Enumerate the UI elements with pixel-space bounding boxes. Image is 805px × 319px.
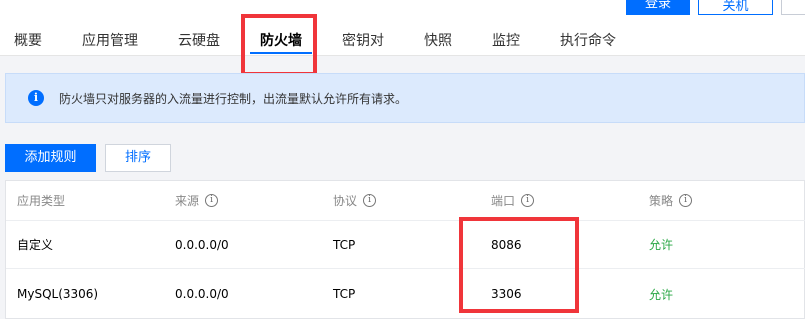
column-header-policy: 策略 i [649, 181, 693, 220]
firewall-rules-table: 应用类型 来源 i 协议 i 端口 i 策略 i 自定义 0.0.0.0/0 TCP 8… [5, 180, 805, 319]
cell-source: 0.0.0.0/0 [175, 237, 229, 252]
column-header-port: 端口 i [491, 181, 535, 220]
cell-source: 0.0.0.0/0 [175, 287, 229, 301]
cell-protocol: TCP [333, 287, 356, 301]
highlight-box-firewall-tab [241, 14, 317, 76]
tab-overview[interactable]: 概要 [14, 30, 42, 50]
sort-button[interactable]: 排序 [105, 144, 171, 172]
tab-run-command[interactable]: 执行命令 [560, 30, 616, 50]
tab-app-management[interactable]: 应用管理 [82, 30, 138, 50]
top-actions: 登录 关机 [626, 0, 805, 15]
help-icon[interactable]: i [205, 194, 219, 207]
table-row: MySQL(3306) 0.0.0.0/0 TCP 3306 允许 [6, 269, 805, 319]
help-icon[interactable]: i [521, 194, 535, 207]
tab-monitor[interactable]: 监控 [492, 30, 520, 50]
tab-key-pair[interactable]: 密钥对 [342, 30, 384, 50]
more-button[interactable] [781, 0, 805, 15]
info-icon: i [28, 90, 44, 106]
shutdown-button[interactable]: 关机 [698, 0, 773, 15]
tab-snapshot[interactable]: 快照 [424, 30, 452, 50]
help-icon[interactable]: i [679, 194, 693, 207]
column-header-app-type: 应用类型 [17, 194, 66, 208]
login-button[interactable]: 登录 [626, 0, 690, 15]
cell-protocol: TCP [333, 237, 356, 252]
add-rule-button[interactable]: 添加规则 [5, 144, 96, 172]
highlight-box-port-column [459, 217, 579, 313]
help-icon[interactable]: i [363, 194, 377, 207]
notice-text: 防火墙只对服务器的入流量进行控制，出流量默认允许所有请求。 [59, 91, 408, 106]
cell-policy: 允许 [649, 238, 674, 252]
top-header: 登录 关机 概要 应用管理 云硬盘 防火墙 密钥对 快照 监控 执行命令 [0, 0, 805, 56]
table-header-row: 应用类型 来源 i 协议 i 端口 i 策略 i [6, 181, 805, 221]
table-row: 自定义 0.0.0.0/0 TCP 8086 允许 [6, 221, 805, 269]
cell-policy: 允许 [649, 287, 674, 302]
cell-app-type: 自定义 [17, 238, 54, 252]
column-header-source: 来源 i [175, 181, 219, 220]
info-notice: i 防火墙只对服务器的入流量进行控制，出流量默认允许所有请求。 [5, 73, 805, 123]
tab-bar: 概要 应用管理 云硬盘 防火墙 密钥对 快照 监控 执行命令 [14, 30, 656, 54]
cell-app-type: MySQL(3306) [17, 287, 99, 301]
tab-cloud-disk[interactable]: 云硬盘 [178, 30, 220, 50]
column-header-protocol: 协议 i [333, 181, 377, 220]
